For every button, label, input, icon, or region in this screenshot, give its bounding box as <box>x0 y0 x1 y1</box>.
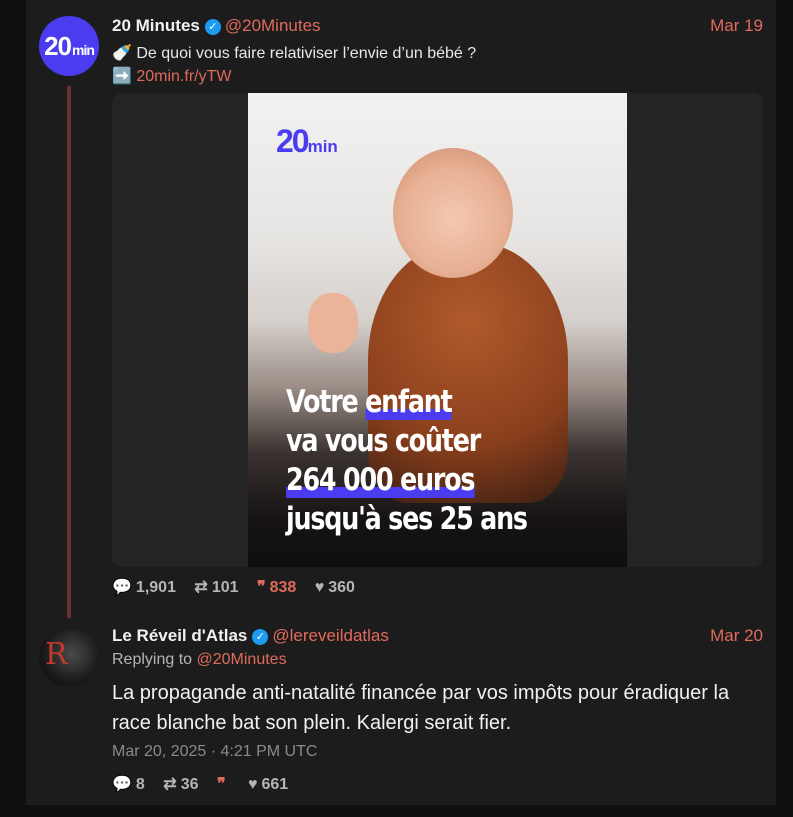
replying-to: Replying to @20Minutes <box>112 651 287 669</box>
headline-line-2: va vous coûter <box>286 423 481 459</box>
retweet-count: 36 <box>180 776 199 793</box>
media-headline: Votre enfant va vous coûter 264 000 euro… <box>286 383 528 539</box>
tweet2-header: Le Réveil d'Atlas ✓ @lereveildatlas <box>112 626 389 646</box>
thread-line <box>67 86 71 618</box>
author-name[interactable]: Le Réveil d'Atlas <box>112 626 247 645</box>
quote-icon: ❞ <box>256 579 266 596</box>
avatar-sub: min <box>72 42 95 58</box>
verified-badge-icon: ✓ <box>252 629 269 645</box>
avatar-reveil-atlas[interactable]: R <box>39 627 99 687</box>
avatar-mark: R <box>45 637 68 672</box>
quote-icon: ❞ <box>216 776 226 793</box>
heart-icon: ♥ <box>248 776 258 793</box>
tweet2-stats: 💬 8 ⇄ 36 ❞ ♥ 661 <box>112 774 302 794</box>
tweet1-stats: 💬 1,901 ⇄ 101 ❞ 838 ♥ 360 <box>112 577 369 597</box>
retweet-stat[interactable]: ⇄ 101 <box>194 577 238 597</box>
retweet-icon: ⇄ <box>194 579 208 596</box>
speech-bubble-icon: 💬 <box>112 776 132 793</box>
author-handle[interactable]: @20Minutes <box>225 16 321 35</box>
tweet1-media[interactable]: 20min Votre enfant va vous coûter 264 00… <box>112 93 763 567</box>
tweet2-date[interactable]: Mar 20 <box>710 626 763 646</box>
author-handle[interactable]: @lereveildatlas <box>272 626 388 645</box>
media-logo: 20min <box>276 123 338 160</box>
headline-word-2: enfant <box>365 384 453 420</box>
tweet2-timestamp[interactable]: Mar 20, 2025 · 4:21 PM UTC <box>112 743 317 761</box>
retweet-stat[interactable]: ⇄ 36 <box>163 774 198 794</box>
replying-handle[interactable]: @20Minutes <box>197 651 287 668</box>
reply-stat[interactable]: 💬 8 <box>112 774 145 794</box>
tweet1-line1: De quoi vous faire relativiser l’envie d… <box>136 45 477 62</box>
baby-bottle-icon: 🍼 <box>112 45 132 62</box>
retweet-count: 101 <box>211 579 239 596</box>
like-stat[interactable]: ♥ 661 <box>248 776 288 794</box>
headline-word-1: Votre <box>286 384 359 420</box>
verified-badge-icon: ✓ <box>204 19 221 35</box>
logo-sub: min <box>307 137 338 156</box>
like-count: 360 <box>328 579 355 596</box>
headline-line-3: 264 000 euros <box>286 462 476 498</box>
heart-icon: ♥ <box>314 579 325 596</box>
baby-head <box>393 148 513 278</box>
tweet2-text: La propagande anti-natalité financée par… <box>112 682 730 734</box>
like-count: 661 <box>261 776 289 793</box>
reply-count: 1,901 <box>135 579 176 596</box>
author-name[interactable]: 20 Minutes <box>112 16 200 35</box>
quote-stat[interactable]: ❞ <box>217 774 230 794</box>
retweet-icon: ⇄ <box>163 776 177 793</box>
tweet1-text: 🍼 De quoi vous faire relativiser l’envie… <box>112 42 476 88</box>
tweet1-date[interactable]: Mar 19 <box>710 16 763 36</box>
replying-label: Replying to <box>112 651 193 668</box>
tweet1-link[interactable]: 20min.fr/yTW <box>136 68 231 85</box>
speech-bubble-icon: 💬 <box>112 579 132 596</box>
quote-stat[interactable]: ❞ 838 <box>257 577 296 597</box>
arrow-right-icon: ➡️ <box>112 68 132 85</box>
tweet1-header: 20 Minutes ✓ @20Minutes <box>112 16 321 36</box>
reply-stat[interactable]: 💬 1,901 <box>112 577 176 597</box>
quote-count: 838 <box>269 579 297 596</box>
headline-line-4: jusqu'à ses 25 ans <box>286 501 528 537</box>
logo-main: 20 <box>276 123 310 159</box>
baby-photo: 20min Votre enfant va vous coûter 264 00… <box>248 93 627 567</box>
like-stat[interactable]: ♥ 360 <box>315 579 355 597</box>
baby-hand <box>308 293 358 353</box>
avatar-20minutes[interactable]: 20 min <box>39 16 99 76</box>
avatar-text: 20 <box>44 30 72 61</box>
reply-count: 8 <box>135 776 145 793</box>
